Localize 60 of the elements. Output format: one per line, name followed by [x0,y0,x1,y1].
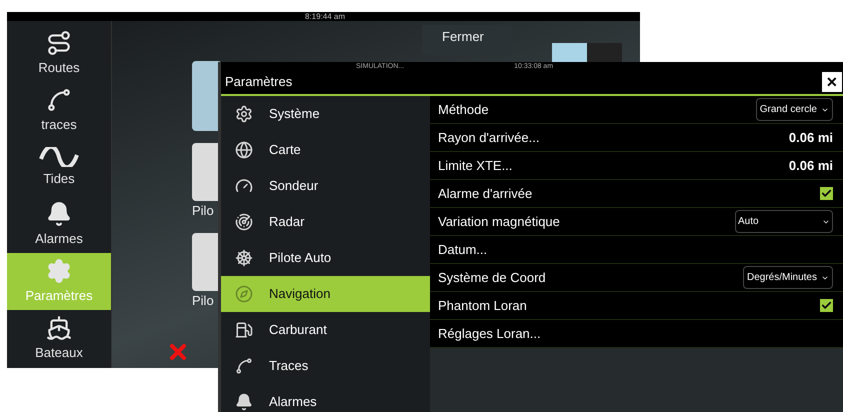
option-label: Réglages Loran... [438,324,541,343]
category-item[interactable]: Sondeur [221,168,430,204]
option-value: 0.06 mi [788,156,833,175]
option-label: Alarme d'arrivée [438,184,532,203]
tile-label: Pilo [192,202,215,220]
category-item[interactable]: Carte [221,132,430,168]
settings-icon [46,258,72,284]
option-row[interactable]: Variation magnétique Auto [430,208,843,236]
option-label: Variation magnétique [438,212,560,231]
trail-icon [235,357,253,375]
wave-icon [39,146,79,167]
category-item[interactable]: Traces [221,348,430,384]
checkbox[interactable] [820,299,833,312]
bell-icon [235,393,253,411]
tile-label: Pilo [192,292,215,310]
option-label: Datum... [438,240,488,259]
option-row[interactable]: Datum... [430,236,843,264]
category-item[interactable]: Radar [221,204,430,240]
radar-icon [235,213,253,231]
option-value: 0.06 mi [788,128,833,147]
bell-icon [46,200,72,227]
settings-icon [235,105,253,123]
category-item[interactable]: Pilote Auto [221,240,430,276]
window-title: Paramètres [224,73,292,92]
trail-icon [46,86,72,113]
ship-icon [46,314,72,341]
close-button[interactable]: ✕ [822,72,842,92]
option-label: Méthode [438,100,489,119]
category-item[interactable]: Alarmes [221,384,430,412]
sidebar-item[interactable]: traces [7,82,111,139]
option-row[interactable]: Limite XTE... 0.06 mi [430,152,843,180]
option-label: Phantom Loran [438,296,527,315]
checkbox[interactable] [820,187,833,200]
option-row[interactable]: Réglages Loran... [430,320,843,348]
compass-icon [235,285,253,303]
option-row[interactable]: Alarme d'arrivée [430,180,843,208]
close-button[interactable]: Fermer [422,25,512,55]
option-row[interactable]: Système de Coord Degrés/Minutes [430,264,843,292]
dropdown[interactable]: Degrés/Minutes [742,266,833,289]
route-icon [46,30,72,56]
category-item[interactable]: Navigation [221,276,430,312]
sidebar-item[interactable]: Tides [7,139,111,196]
option-label: Système de Coord [438,268,546,287]
sidebar-item[interactable]: Alarmes [7,196,111,253]
category-item[interactable]: Carburant [221,312,430,348]
option-label: Limite XTE... [438,156,512,175]
ship-wheel-icon [235,249,253,267]
option-row[interactable]: Rayon d'arrivée... 0.06 mi [430,124,843,152]
clock-text: 8:19:44 am [305,12,346,20]
category-item[interactable]: Système [221,96,430,132]
dropdown[interactable]: Auto [735,210,833,233]
sidebar-item[interactable]: Bateaux [7,310,111,367]
option-label: Rayon d'arrivée... [438,128,540,147]
globe-icon [235,141,253,159]
option-row[interactable]: Phantom Loran [430,292,843,320]
option-row[interactable]: Méthode Grand cercle [430,96,843,124]
sidebar-item[interactable]: Routes [7,25,111,82]
fuel-icon [235,321,253,339]
gauge-icon [235,177,253,195]
dropdown[interactable]: Grand cercle [756,98,833,121]
